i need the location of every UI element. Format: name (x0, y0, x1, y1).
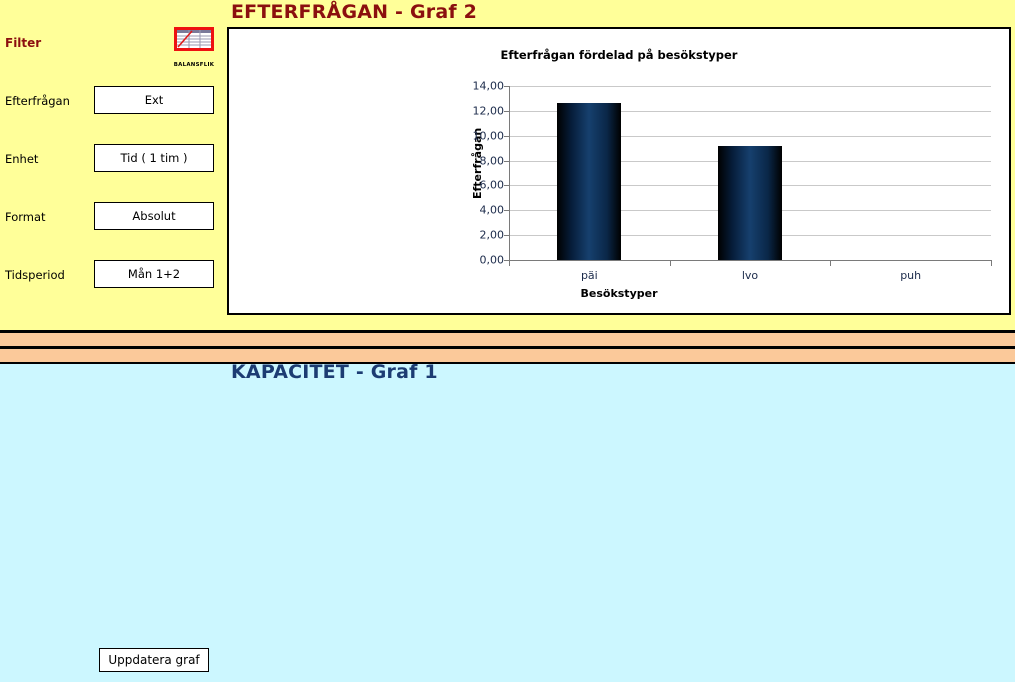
x-axis-line (509, 260, 991, 261)
gridline (509, 86, 991, 87)
y-axis-tick-label: 0,00 (479, 253, 505, 267)
chart-bar (717, 145, 783, 260)
field-value-enhet[interactable]: Tid ( 1 tim ) (94, 144, 214, 172)
chart-title-efterfragan: Efterfrågan fördelad på besökstyper (500, 48, 738, 62)
y-axis-line (509, 86, 510, 260)
field-label-tidsperiod-ef: Tidsperiod (5, 268, 65, 282)
x-axis-tick-label: lvo (741, 269, 759, 282)
field-label-efterfragan: Efterfrågan (5, 94, 70, 108)
chart-efterfragan: Efterfrågan fördelad på besökstyper Efte… (227, 27, 1011, 315)
y-axis-tick-label: 4,00 (479, 203, 505, 217)
field-label-enhet: Enhet (5, 152, 39, 166)
chart-bar (557, 103, 622, 260)
filter-heading-efterfragan: Filter (5, 36, 42, 50)
y-axis-tick-label: 12,00 (472, 104, 505, 118)
panel-efterfragan: EFTERFRÅGAN - Graf 2 Filter BALANSFLIK E… (0, 0, 1015, 330)
page-title-efterfragan: EFTERFRÅGAN - Graf 2 (231, 1, 478, 23)
chart-x-axis-title-efterfragan: Besökstyper (580, 287, 658, 300)
sidebar-efterfragan: Filter BALANSFLIK Efterfrågan Ext Enhet … (0, 0, 225, 330)
field-label-format: Format (5, 210, 46, 224)
y-axis-tick-label: 8,00 (479, 154, 505, 168)
y-axis-tick-label: 14,00 (472, 79, 505, 93)
uppdatera-graf-button[interactable]: Uppdatera graf (99, 648, 209, 672)
balansflik-button-efterfragan[interactable]: BALANSFLIK (168, 27, 220, 70)
x-axis-tick-mark (991, 260, 992, 266)
panel-kapacitet: Filter BALANSFLIK (0, 364, 1015, 682)
balansflik-caption: BALANSFLIK (173, 62, 215, 68)
field-value-tidsperiod-ef[interactable]: Mån 1+2 (94, 260, 214, 288)
balansflik-icon (174, 27, 214, 51)
x-axis-tick-mark (830, 260, 832, 266)
divider-band-top (0, 333, 1015, 346)
app-root: EFTERFRÅGAN - Graf 2 Filter BALANSFLIK E… (0, 0, 1015, 682)
page-title-kapacitet: KAPACITET - Graf 1 (231, 361, 438, 383)
field-value-efterfragan[interactable]: Ext (94, 86, 214, 114)
field-value-format[interactable]: Absolut (94, 202, 214, 230)
divider-band-bottom (0, 349, 1015, 362)
panel-divider (0, 330, 1015, 364)
y-axis-tick-label: 10,00 (472, 129, 505, 143)
y-axis-tick-label: 6,00 (479, 178, 505, 192)
x-axis-tick-label: päi (580, 269, 598, 282)
plot-area-efterfragan: 0,00 2,00 4,00 6,00 8,00 10,00 12,00 14,00 päi lv… (473, 80, 992, 282)
x-axis-tick-mark (509, 260, 510, 266)
x-axis-tick-label: puh (900, 269, 922, 282)
x-axis-tick-mark (669, 260, 671, 266)
y-axis-tick-label: 2,00 (479, 228, 505, 242)
